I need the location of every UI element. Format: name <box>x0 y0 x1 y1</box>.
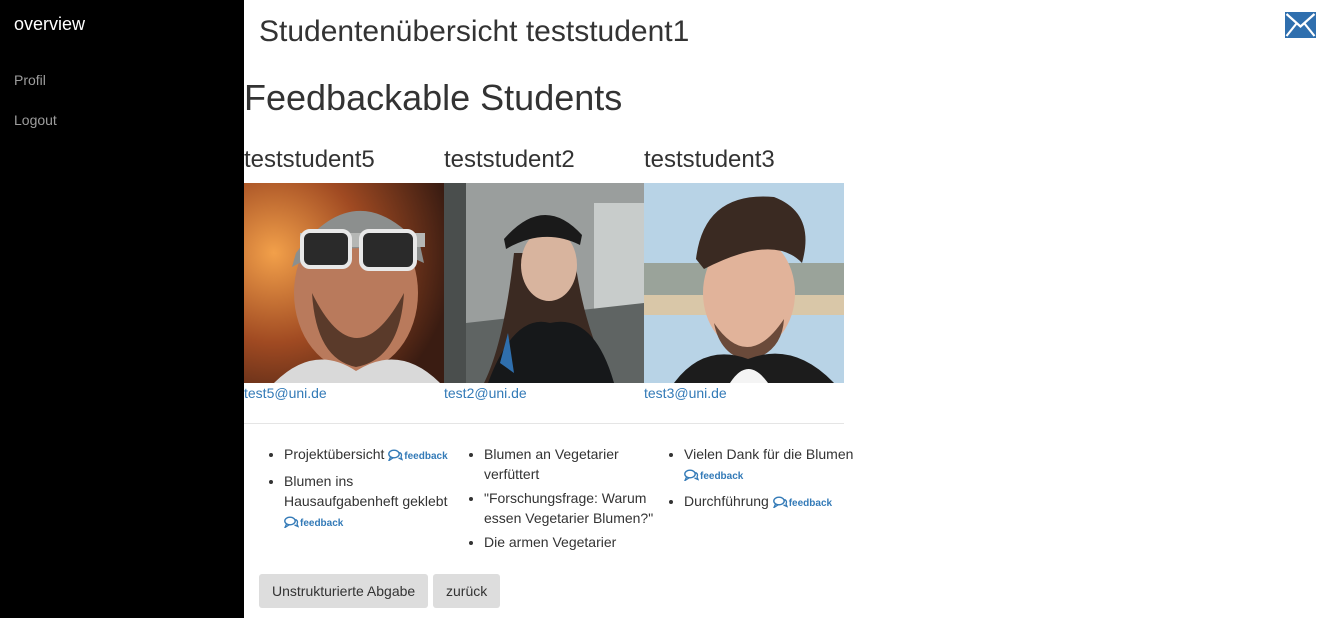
student-name: teststudent2 <box>444 146 575 173</box>
student-email[interactable]: test2@uni.de <box>444 385 644 401</box>
list-item: Blumen an Vegetarier verfüttert <box>484 444 654 484</box>
list-item: Blumen ins Hausaufgabenheft geklebt feed… <box>283 471 454 534</box>
feedback-link[interactable]: feedback <box>772 496 833 510</box>
student-card: teststudent5 test5@uni.de <box>244 144 444 401</box>
list-item-text: Vielen Dank für die Blumen <box>684 446 854 462</box>
list-item-text: Blumen ins Hausaufgabenheft geklebt <box>284 473 448 509</box>
list-item: Projektübersicht feedback <box>284 444 454 467</box>
feedback-list: Vielen Dank für die Blumen feedback Durc… <box>644 444 854 518</box>
student-photo <box>444 183 644 383</box>
comments-icon <box>283 516 300 530</box>
unstructured-submission-button[interactable]: Unstrukturierte Abgabe <box>259 574 429 608</box>
student-card: teststudent2 test2@uni.de <box>444 144 644 401</box>
brand-link[interactable]: overview <box>14 14 85 35</box>
list-item: Vielen Dank für die Blumen feedback <box>683 444 854 487</box>
feedback-link[interactable]: feedback <box>283 516 344 530</box>
list-item: "Forschungsfrage: Warum essen Vegetarier… <box>484 488 654 528</box>
feedback-link[interactable]: feedback <box>387 449 448 463</box>
student-email[interactable]: test3@uni.de <box>644 385 844 401</box>
student-photo <box>644 183 844 383</box>
divider <box>244 423 844 424</box>
comments-icon <box>387 449 404 463</box>
feedback-link-label: feedback <box>404 451 448 462</box>
feedback-link-label: feedback <box>700 471 744 482</box>
student-email[interactable]: test5@uni.de <box>244 385 444 401</box>
feedback-list: Blumen an Vegetarier verfüttert "Forschu… <box>444 444 654 556</box>
student-card: teststudent3 test3@uni.de <box>644 144 844 401</box>
list-item-text: Blumen an Vegetarier verfüttert <box>484 446 619 482</box>
comments-icon <box>772 496 788 510</box>
envelope-icon[interactable] <box>1285 12 1316 38</box>
comments-icon <box>683 469 700 483</box>
feedback-link-label: feedback <box>300 518 344 529</box>
section-title: Feedbackable Students <box>244 77 623 118</box>
list-item-text: Durchführung <box>684 493 769 509</box>
list-item-text: Projektübersicht <box>284 446 385 462</box>
list-item-text: "Forschungsfrage: Warum essen Vegetarier… <box>484 490 654 526</box>
sidebar-item-profil[interactable]: Profil <box>14 72 46 88</box>
list-item: Die armen Vegetarier <box>484 532 654 552</box>
list-item: Durchführung feedback <box>684 491 854 514</box>
student-photo <box>244 183 444 383</box>
page-title: Studentenübersicht teststudent1 <box>259 15 690 48</box>
list-item-text: Die armen Vegetarier <box>484 534 617 550</box>
student-name: teststudent5 <box>244 146 375 173</box>
feedback-link-label: feedback <box>788 498 833 509</box>
feedback-link[interactable]: feedback <box>683 469 744 483</box>
sidebar-item-logout[interactable]: Logout <box>14 112 57 128</box>
back-button[interactable]: zurück <box>433 574 501 608</box>
student-name: teststudent3 <box>644 146 775 173</box>
feedback-list: Projektübersicht feedback Blumen ins Hau… <box>244 444 454 538</box>
sidebar: overview Profil Logout <box>0 0 244 618</box>
